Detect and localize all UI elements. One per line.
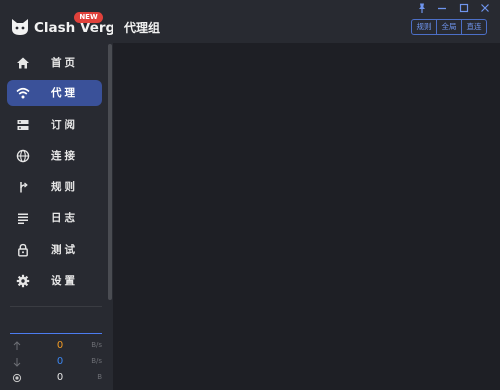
proxy-groups-content xyxy=(113,43,500,390)
sidebar-item-settings[interactable]: 设置 xyxy=(7,268,102,294)
download-speed: 0 B/s xyxy=(10,356,102,370)
upload-value: 0 xyxy=(56,340,64,351)
sidebar-scrollbar[interactable] xyxy=(108,44,112,300)
memory-value: 0 xyxy=(56,372,64,383)
upload-speed: 0 B/s xyxy=(10,340,102,354)
close-icon[interactable] xyxy=(478,2,492,14)
sidebar-item-home[interactable]: 首页 xyxy=(7,50,102,76)
page-title: 代理组 xyxy=(124,21,161,35)
sidebar-item-label: 设置 xyxy=(51,275,78,287)
upload-unit: B/s xyxy=(91,341,102,349)
sidebar-item-label: 代理 xyxy=(51,87,78,99)
sidebar-item-connections[interactable]: 连接 xyxy=(7,143,102,169)
download-unit: B/s xyxy=(91,357,102,365)
sidebar-item-logs[interactable]: 日志 xyxy=(7,205,102,231)
sidebar-item-label: 日志 xyxy=(51,212,78,224)
home-icon xyxy=(17,57,29,69)
sidebar-item-label: 连接 xyxy=(51,150,78,162)
sidebar-divider xyxy=(10,306,102,307)
sidebar-item-label: 订阅 xyxy=(51,119,78,131)
sidebar: Clash Verge NEW 首页 代理 订阅 连接 规则 日志 测试 设置 … xyxy=(0,0,124,390)
sidebar-item-label: 规则 xyxy=(51,181,78,193)
new-badge: NEW xyxy=(74,12,103,23)
minimize-icon[interactable] xyxy=(435,2,449,14)
traffic-graph-line xyxy=(10,333,102,334)
app-logo: Clash Verge NEW xyxy=(10,12,124,42)
page-header: 代理组 规则 全局 直连 xyxy=(113,0,500,43)
list-icon xyxy=(18,213,28,224)
globe-icon xyxy=(16,149,30,163)
sidebar-item-label: 测试 xyxy=(51,244,78,256)
arrow-up-icon xyxy=(13,341,21,350)
proxy-mode-switch: 规则 全局 直连 xyxy=(411,19,487,35)
sidebar-item-label: 首页 xyxy=(51,57,78,69)
maximize-icon[interactable] xyxy=(457,2,471,14)
mode-direct-button[interactable]: 直连 xyxy=(462,20,486,34)
gear-icon xyxy=(16,274,30,288)
sidebar-item-subscriptions[interactable]: 订阅 xyxy=(7,112,102,138)
memory-usage: 0 B xyxy=(10,372,102,386)
pin-icon[interactable] xyxy=(415,2,429,14)
sidebar-item-proxy[interactable]: 代理 xyxy=(7,80,102,106)
lock-icon xyxy=(18,243,28,257)
memory-icon xyxy=(12,373,22,383)
memory-unit: B xyxy=(97,373,102,381)
arrow-down-icon xyxy=(13,358,21,367)
download-value: 0 xyxy=(56,356,64,367)
mode-rule-button[interactable]: 规则 xyxy=(412,20,437,34)
wifi-icon xyxy=(16,87,30,99)
cat-logo-icon xyxy=(12,19,28,35)
dns-icon xyxy=(17,120,29,130)
sidebar-item-test[interactable]: 测试 xyxy=(7,237,102,263)
sidebar-item-rules[interactable]: 规则 xyxy=(7,174,102,200)
mode-global-button[interactable]: 全局 xyxy=(437,20,462,34)
route-icon xyxy=(20,182,28,193)
